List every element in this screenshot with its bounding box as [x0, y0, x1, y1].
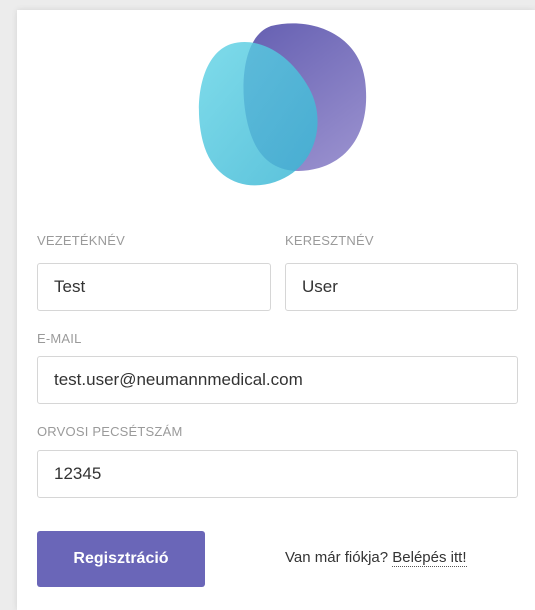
last-name-input[interactable]	[37, 263, 271, 311]
email-label: E-MAIL	[37, 331, 82, 346]
login-prompt-text: Van már fiókja?	[285, 549, 389, 566]
login-prompt: Van már fiókja? Belépés itt!	[285, 549, 467, 567]
first-name-label: KERESZTNÉV	[285, 233, 374, 248]
registration-card: VEZETÉKNÉV KERESZTNÉV E-MAIL ORVOSI PECS…	[17, 10, 535, 610]
stamp-number-input[interactable]	[37, 450, 518, 498]
stamp-number-label: ORVOSI PECSÉTSZÁM	[37, 424, 183, 439]
last-name-label: VEZETÉKNÉV	[37, 233, 125, 248]
first-name-input[interactable]	[285, 263, 518, 311]
email-input[interactable]	[37, 356, 518, 404]
login-link[interactable]: Belépés itt!	[392, 549, 467, 567]
blob-logo-icon	[198, 23, 367, 186]
register-button[interactable]: Regisztráció	[37, 531, 205, 587]
